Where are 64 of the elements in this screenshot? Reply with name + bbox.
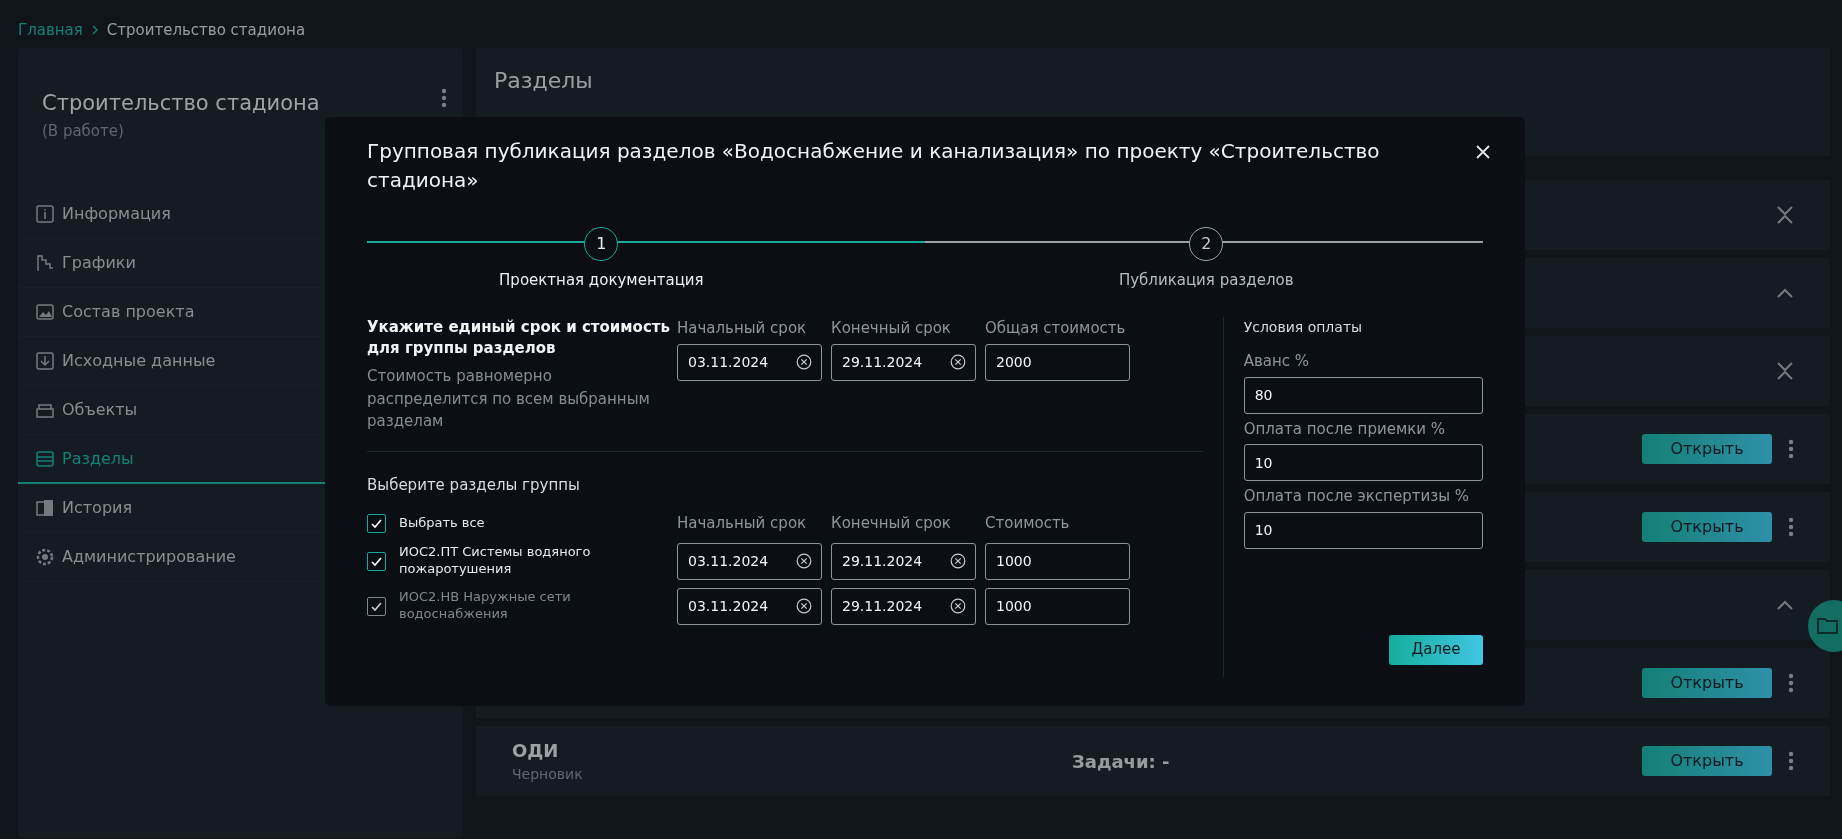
clear-icon[interactable] xyxy=(796,552,812,569)
clear-icon[interactable] xyxy=(950,353,966,370)
open-button[interactable]: Открыть xyxy=(1642,512,1772,542)
document-icon xyxy=(36,499,54,517)
column-header: Конечный срок xyxy=(831,513,952,534)
close-icon xyxy=(1475,144,1491,160)
date-field[interactable]: 03.11.2024 xyxy=(677,343,822,381)
image-icon xyxy=(36,303,54,321)
input-field[interactable]: 80 xyxy=(1243,376,1483,414)
breadcrumb-current: Строительство стадиона xyxy=(106,19,306,41)
open-button[interactable]: Открыть xyxy=(1642,668,1772,698)
step-number: 1 xyxy=(584,227,619,261)
field-label: Общая стоимость xyxy=(985,318,1127,339)
kebab-menu-icon xyxy=(1788,517,1794,537)
list-icon xyxy=(36,449,54,468)
step-label: Проектная документация xyxy=(498,270,705,291)
info-icon xyxy=(36,205,54,223)
field-label: Аванс % xyxy=(1243,351,1311,372)
date-field[interactable]: 29.11.2024 xyxy=(831,343,976,381)
kebab-menu-icon xyxy=(1788,751,1794,771)
column-header: Начальный срок xyxy=(677,513,808,534)
date-field[interactable]: 29.11.2024 xyxy=(831,542,976,580)
checkbox-label: ИОС2.НВ Наружные сети водоснабжения xyxy=(399,589,572,623)
input-field[interactable]: 2000 xyxy=(985,343,1130,381)
step-label: Публикация разделов xyxy=(1117,270,1295,291)
field-label: Оплата после экспертизы % xyxy=(1243,486,1470,507)
section-status: Черновик xyxy=(512,765,584,784)
date-field[interactable]: 03.11.2024 xyxy=(677,542,822,580)
chart-icon xyxy=(36,254,54,272)
next-button[interactable]: Далее xyxy=(1389,634,1483,665)
clear-icon[interactable] xyxy=(796,597,812,614)
checkbox[interactable] xyxy=(367,551,386,571)
kebab-menu-icon xyxy=(1788,673,1794,693)
section-name: ОДИ xyxy=(512,739,560,763)
box-icon xyxy=(36,401,54,419)
open-button[interactable]: Открыть xyxy=(1642,434,1772,464)
clear-icon[interactable] xyxy=(796,353,812,370)
input-field[interactable]: 10 xyxy=(1243,511,1483,549)
page-title: Разделы xyxy=(494,67,594,95)
kebab-menu-icon xyxy=(441,88,447,108)
breadcrumb-link[interactable]: Главная xyxy=(18,18,83,42)
step-number: 2 xyxy=(1189,227,1224,261)
check-icon xyxy=(370,555,383,567)
check-icon xyxy=(370,600,383,612)
tasks-count: Задачи: - xyxy=(1072,750,1170,772)
checkbox[interactable] xyxy=(367,513,386,533)
check-icon xyxy=(370,517,383,529)
open-button[interactable]: Открыть xyxy=(1642,746,1772,776)
clear-icon[interactable] xyxy=(950,552,966,569)
clear-icon[interactable] xyxy=(950,597,966,614)
folder-icon xyxy=(1816,615,1840,637)
field-label: Конечный срок xyxy=(831,318,952,339)
column-header: Стоимость xyxy=(985,513,1071,534)
field-label: Начальный срок xyxy=(677,318,808,339)
kebab-menu-icon xyxy=(1788,439,1794,459)
chevron-right-icon xyxy=(90,25,99,35)
project-title: Строительство стадиона xyxy=(42,90,320,117)
download-icon xyxy=(36,352,54,370)
project-status: (В работе) xyxy=(42,120,125,142)
field-label: Оплата после приемки % xyxy=(1243,418,1447,440)
input-field[interactable]: 1000 xyxy=(985,542,1130,580)
section-heading: Условия оплаты xyxy=(1243,318,1364,337)
settings-icon xyxy=(36,548,54,566)
input-field[interactable]: 10 xyxy=(1243,444,1483,481)
